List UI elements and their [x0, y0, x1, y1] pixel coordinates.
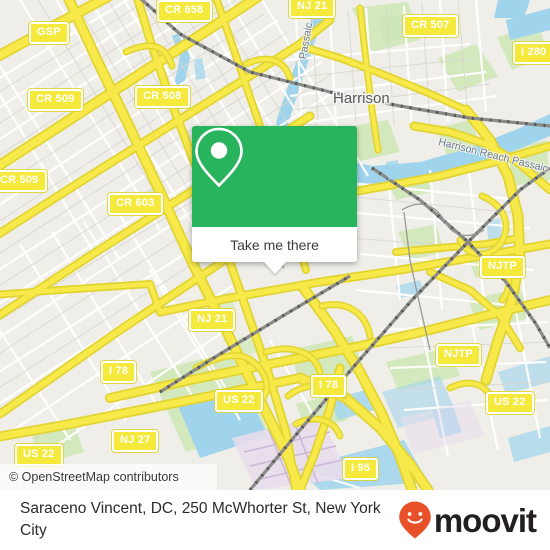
shield-us-22-mid[interactable]: US 22 [215, 390, 263, 412]
shield-i-280[interactable]: I 280 [513, 42, 550, 64]
footer-bar: Saraceno Vincent, DC, 250 McWhorter St, … [0, 490, 550, 550]
map-canvas[interactable]: Harrison Passaic River Harrison Reach Pa… [0, 0, 550, 490]
shield-njtp-lower[interactable]: NJTP [436, 344, 481, 366]
attribution-text: © OpenStreetMap contributors [9, 470, 179, 484]
shield-njtp-upper[interactable]: NJTP [480, 256, 525, 278]
shield-nj-21-mid[interactable]: NJ 21 [189, 309, 236, 331]
shield-cr-508[interactable]: CR 508 [135, 86, 190, 108]
take-me-there-button[interactable]: Take me there [192, 227, 357, 262]
take-me-there-label: Take me there [230, 236, 319, 253]
shield-us-22-right[interactable]: US 22 [486, 392, 534, 414]
shield-cr-603[interactable]: CR 603 [108, 193, 163, 215]
screenshot-root: Harrison Passaic River Harrison Reach Pa… [0, 0, 550, 550]
shield-nj-21-top[interactable]: NJ 21 [289, 0, 336, 18]
moovit-wordmark: moovit [433, 501, 537, 539]
location-title: Saraceno Vincent, DC, 250 McWhorter St, … [20, 499, 381, 539]
shield-cr-509-left[interactable]: CR 509 [0, 170, 47, 192]
map-attribution[interactable]: © OpenStreetMap contributors [0, 464, 217, 490]
popup-pointer [263, 262, 286, 274]
shield-nj-27[interactable]: NJ 27 [112, 430, 159, 452]
shield-gsp[interactable]: GSP [29, 22, 69, 44]
moovit-smiley-pin-icon [399, 501, 431, 539]
shield-i-78-right[interactable]: I 78 [311, 375, 347, 397]
moovit-logo[interactable]: moovit [398, 500, 537, 540]
shield-cr-658[interactable]: CR 658 [157, 0, 212, 22]
shield-us-22-left[interactable]: US 22 [15, 444, 63, 466]
shield-i-95[interactable]: I 95 [343, 458, 379, 480]
map-pin-icon [195, 127, 243, 188]
map-label-harrison: Harrison [333, 90, 390, 107]
shield-i-78-left[interactable]: I 78 [101, 361, 137, 383]
shield-cr-509-top[interactable]: CR 509 [28, 89, 83, 111]
shield-cr-507[interactable]: CR 507 [403, 15, 458, 37]
popup-header [192, 126, 357, 227]
location-popup-card[interactable]: Take me there [192, 126, 357, 274]
